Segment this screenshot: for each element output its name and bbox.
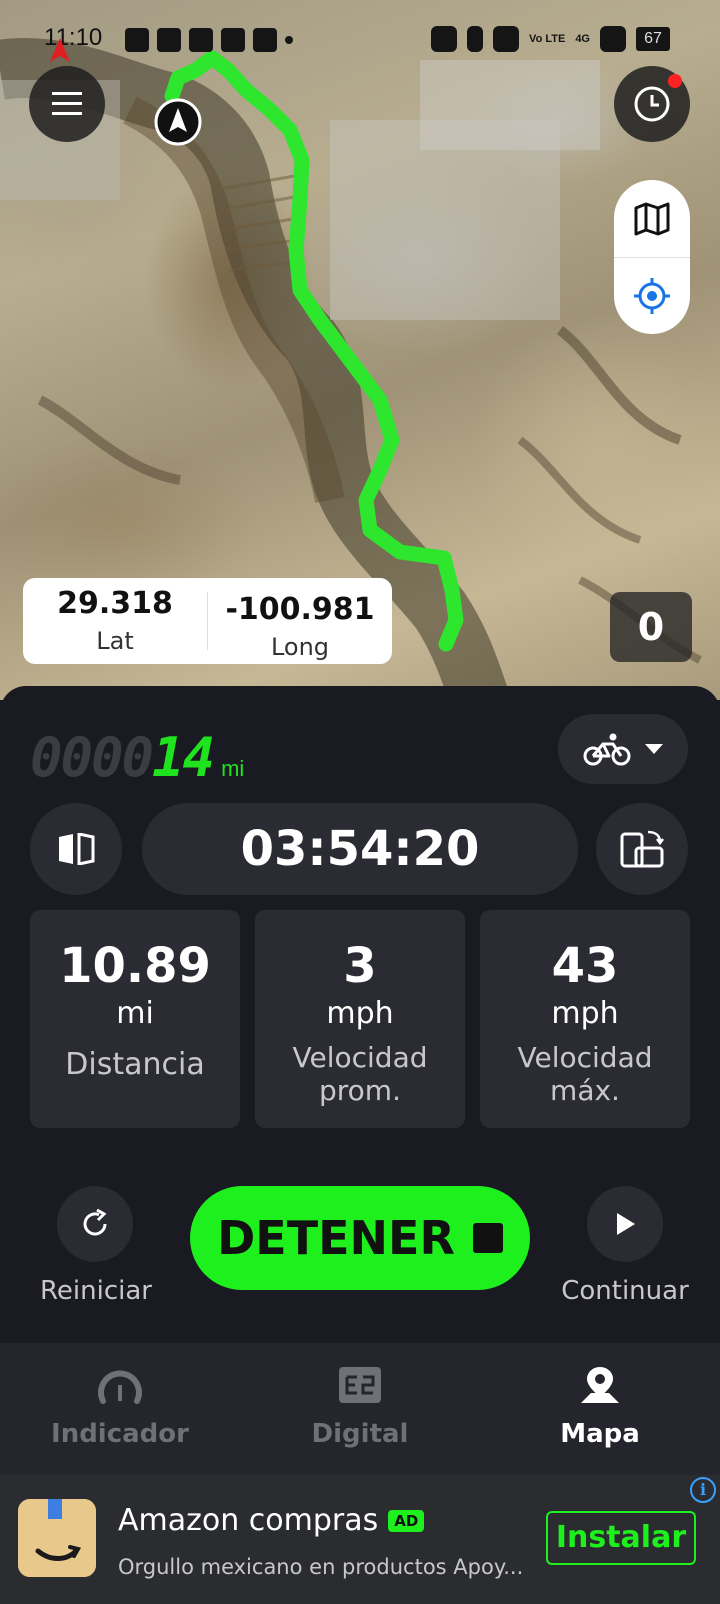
compass-icon[interactable] <box>48 38 72 64</box>
bottom-navigation: Indicador Digital Mapa <box>0 1343 720 1475</box>
signal-icon <box>600 26 626 52</box>
ad-subtitle: Orgullo mexicano en productos Apoy... <box>118 1555 524 1579</box>
map-type-button[interactable] <box>614 180 690 257</box>
stat-distance: 10.89 mi Distancia <box>30 910 240 1128</box>
tab-label: Mapa <box>560 1419 640 1449</box>
tab-indicador[interactable]: Indicador <box>0 1343 240 1475</box>
status-bar: 11:10 Vo LTE 4G 67 <box>0 0 720 80</box>
odometer: 0000 14 mi <box>30 726 244 789</box>
stat-label: Velocidad máx. <box>517 1041 653 1107</box>
trip-panel: 0000 14 mi 03:54:20 10.89 mi Distancia 3… <box>0 686 720 1343</box>
amazon-app-icon[interactable] <box>18 1499 96 1577</box>
reset-button[interactable] <box>57 1186 133 1262</box>
reset-control[interactable]: Reiniciar <box>40 1186 152 1306</box>
hamburger-icon <box>52 92 82 115</box>
volte-icon: Vo LTE <box>529 32 566 45</box>
stat-unit: mph <box>551 996 619 1031</box>
tab-label: Digital <box>311 1419 409 1449</box>
stat-unit: mi <box>116 996 154 1031</box>
reset-label: Reiniciar <box>40 1276 152 1306</box>
map-fold-icon <box>634 202 670 235</box>
stat-max-speed: 43 mph Velocidad máx. <box>480 910 690 1128</box>
system-icons: Vo LTE 4G 67 <box>431 26 670 52</box>
notification-icons <box>125 28 293 52</box>
odometer-unit: mi <box>221 756 245 781</box>
gauge-icon <box>98 1370 142 1404</box>
instagram-icon <box>253 28 277 52</box>
clock-icon <box>634 86 670 122</box>
map-pin-icon <box>581 1367 619 1403</box>
network-label: 4G <box>575 32 590 45</box>
continue-button[interactable] <box>587 1186 663 1262</box>
stop-label: DETENER <box>217 1211 455 1265</box>
latitude-label: Lat <box>96 627 134 655</box>
install-button[interactable]: Instalar <box>546 1511 696 1565</box>
person-add-icon <box>125 28 149 52</box>
battery-icon: 67 <box>636 27 670 51</box>
play-icon <box>617 1213 635 1235</box>
tab-label: Indicador <box>51 1419 189 1449</box>
stat-value: 43 <box>551 938 619 994</box>
odometer-digits: 14 <box>152 726 215 789</box>
history-button[interactable] <box>614 66 690 142</box>
stat-value: 3 <box>343 938 377 994</box>
stop-square-icon <box>472 1223 503 1253</box>
latitude: 29.318 Lat <box>23 578 207 664</box>
rotate-screen-button[interactable] <box>596 803 688 895</box>
stat-label: Distancia <box>65 1047 205 1082</box>
stat-label: Velocidad prom. <box>292 1041 428 1107</box>
refresh-icon <box>83 1209 107 1236</box>
crosshair-icon <box>634 278 670 314</box>
coordinates-card: 29.318 Lat -100.981 Long <box>23 578 392 664</box>
odometer-dim-digits: 0000 <box>30 726 154 789</box>
menu-button[interactable] <box>29 66 105 142</box>
screen-rotate-icon <box>620 830 664 868</box>
tab-mapa[interactable]: Mapa <box>480 1343 720 1475</box>
map-controls <box>614 180 690 334</box>
continue-label: Continuar <box>561 1276 689 1306</box>
ad-badge: AD <box>388 1509 425 1532</box>
chat-icon <box>221 28 245 52</box>
tab-digital[interactable]: Digital <box>240 1343 480 1475</box>
digital-display-icon <box>339 1367 381 1403</box>
longitude: -100.981 Long <box>207 592 392 661</box>
elapsed-timer: 03:54:20 <box>142 803 578 895</box>
bluetooth-icon <box>467 26 484 52</box>
book-icon <box>59 833 95 865</box>
alarm-icon <box>431 26 458 52</box>
chevron-down-icon <box>645 744 663 754</box>
latitude-value: 29.318 <box>57 586 173 621</box>
whatsapp-icon <box>189 28 213 52</box>
amazon-box-icon <box>18 1499 96 1577</box>
ad-title-text: Amazon compras <box>118 1503 379 1538</box>
current-speed: 0 <box>610 592 692 662</box>
notification-dot <box>668 74 682 88</box>
recenter-button[interactable] <box>614 257 690 334</box>
longitude-value: -100.981 <box>225 592 375 627</box>
map-view[interactable]: 11:10 Vo LTE 4G 67 29.318 Lat -100.981 L… <box>0 0 720 700</box>
vehicle-type-dropdown[interactable] <box>558 714 688 784</box>
continue-control[interactable]: Continuar <box>560 1186 690 1306</box>
ad-banner[interactable]: Amazon compras AD Orgullo mexicano en pr… <box>0 1475 720 1604</box>
stat-avg-speed: 3 mph Velocidad prom. <box>255 910 465 1128</box>
position-marker-icon <box>154 98 202 146</box>
stat-unit: mph <box>326 996 394 1031</box>
location-icon <box>493 26 520 52</box>
more-notifications-icon <box>285 36 293 44</box>
ad-info-icon[interactable]: i <box>690 1477 716 1503</box>
stat-value: 10.89 <box>59 938 211 994</box>
layout-toggle-button[interactable] <box>30 803 122 895</box>
longitude-label: Long <box>270 633 330 661</box>
facebook-icon <box>157 28 181 52</box>
ad-title[interactable]: Amazon compras AD <box>118 1503 425 1538</box>
bicycle-icon <box>583 733 631 766</box>
stop-button[interactable]: DETENER <box>190 1186 530 1290</box>
